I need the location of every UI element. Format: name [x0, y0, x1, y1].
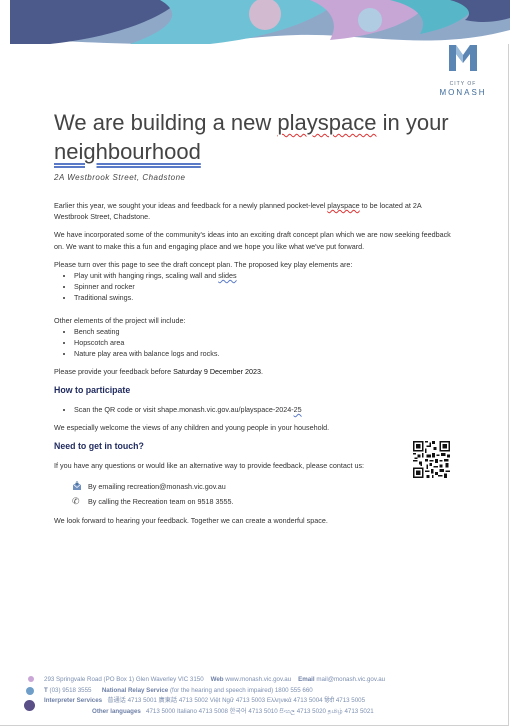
participate-link-text[interactable]: Scan the QR code or visit shape.monash.v… — [74, 405, 294, 414]
touch-intro: If you have any questions or would like … — [54, 461, 365, 471]
deadline-before: Please provide your feedback before — [54, 367, 174, 377]
footer-relay-label: National Relay Service — [101, 686, 169, 694]
participate-list: Scan the QR code or visit shape.monash.v… — [54, 404, 454, 415]
deadline-paragraph: Please provide your feedback before Satu… — [54, 366, 454, 377]
touch-heading: Need to get in touch? — [54, 441, 144, 452]
footer-line-2: T (03) 9518 3555 National Relay Service … — [44, 686, 510, 697]
other-elements-list: Bench seating Hopscotch area Nature play… — [54, 326, 454, 360]
email-icon — [72, 480, 82, 490]
header-banner — [10, 0, 510, 44]
list-item: Scan the QR code or visit shape.monash.v… — [74, 404, 454, 415]
footer-other-line: 4713 5000 Italiano 4713 5008 한국어 4713 50… — [146, 707, 374, 715]
footer-phone-label: T — [44, 686, 48, 694]
list-item: Traditional swings. — [74, 292, 454, 303]
footer-interp-label: Interpreter Services — [44, 697, 103, 704]
title-part2: in your — [376, 110, 449, 135]
welcome-paragraph: We especially welcome the views of any c… — [54, 423, 330, 433]
list-item: Bench seating — [74, 326, 454, 337]
footer-line-3: Interpreter Services 普通话 4713 5001 廣東話 4… — [44, 696, 510, 707]
footer: 293 Springvale Road (PO Box 1) Glen Wave… — [44, 675, 510, 717]
footer-email-label: Email — [298, 676, 315, 683]
list-item: Hopscotch area — [74, 337, 454, 348]
list-item: Spinner and rocker — [74, 281, 454, 292]
footer-line-1: 293 Springvale Road (PO Box 1) Glen Wave… — [44, 675, 510, 686]
qr-code-icon[interactable] — [413, 441, 450, 478]
footer-address: 293 Springvale Road (PO Box 1) Glen Wave… — [44, 676, 204, 683]
footer-dot-blue — [26, 687, 34, 695]
footer-web[interactable]: www.monash.vic.gov.au — [225, 676, 291, 683]
logo-city-of: CITY OF — [449, 81, 477, 87]
city-logo: CITY OF MONASH — [432, 45, 494, 97]
list-item-text: Play unit with hanging rings, scaling wa… — [74, 271, 219, 281]
email-text[interactable]: By emailing recreation@monash.vic.gov.au — [88, 482, 226, 491]
deadline-after: . — [260, 367, 263, 377]
list-item: Play unit with hanging rings, scaling wa… — [74, 270, 454, 281]
phone-contact: ✆ By calling the Recreation team on 9518… — [54, 494, 454, 509]
main-content: Earlier this year, we sought your ideas … — [54, 200, 454, 533]
title-part1: We are building a new — [54, 110, 278, 135]
page-title: We are building a new playspace in your … — [54, 108, 454, 166]
deadline-date: Saturday 9 December 2023 — [173, 367, 261, 377]
list-item: Nature play area with balance logs and r… — [74, 348, 454, 359]
list-item-squiggle: slides — [218, 271, 237, 281]
footer-relay: (for the hearing and speech impaired) 18… — [169, 686, 313, 694]
phone-icon: ✆ — [72, 495, 80, 506]
other-intro: Other elements of the project will inclu… — [54, 315, 186, 325]
monash-logo-icon — [449, 45, 477, 71]
key-elements-list: Play unit with hanging rings, scaling wa… — [54, 270, 454, 304]
closing-paragraph: We look forward to hearing your feedback… — [54, 515, 328, 525]
participate-heading: How to participate — [54, 384, 131, 395]
title-line2: neighbourhood — [54, 139, 201, 164]
footer-interp-line: 普通话 4713 5001 廣東話 4713 5002 Việt Ngữ 471… — [107, 697, 366, 704]
footer-line-4: Other languages 4713 5000 Italiano 4713 … — [44, 707, 510, 718]
site-address: 2A Westbrook Street, Chadstone — [54, 173, 186, 182]
footer-web-label: Web — [210, 676, 224, 683]
participate-link-squiggle[interactable]: 25 — [294, 405, 302, 414]
intro-p1-squiggle: playspace — [327, 201, 360, 210]
intro-paragraph-2: We have incorporated some of the communi… — [54, 230, 451, 251]
logo-monash: MONASH — [439, 88, 487, 97]
footer-phone: (03) 9518 3555 — [49, 686, 92, 694]
intro-paragraph-3: Please turn over this page to see the dr… — [54, 259, 353, 269]
footer-dot-pink — [28, 676, 34, 682]
footer-email[interactable]: mail@monash.vic.gov.au — [316, 676, 385, 683]
phone-text[interactable]: By calling the Recreation team on 9518 3… — [88, 497, 233, 506]
title-squiggle-word: playspace — [277, 110, 377, 135]
email-contact: By emailing recreation@monash.vic.gov.au — [54, 479, 454, 494]
footer-dot-navy — [24, 700, 35, 711]
intro-p1-before: Earlier this year, we sought your ideas … — [54, 201, 328, 210]
footer-other-label: Other languages — [92, 707, 141, 715]
intro-paragraph-1: Earlier this year, we sought your ideas … — [54, 200, 454, 222]
